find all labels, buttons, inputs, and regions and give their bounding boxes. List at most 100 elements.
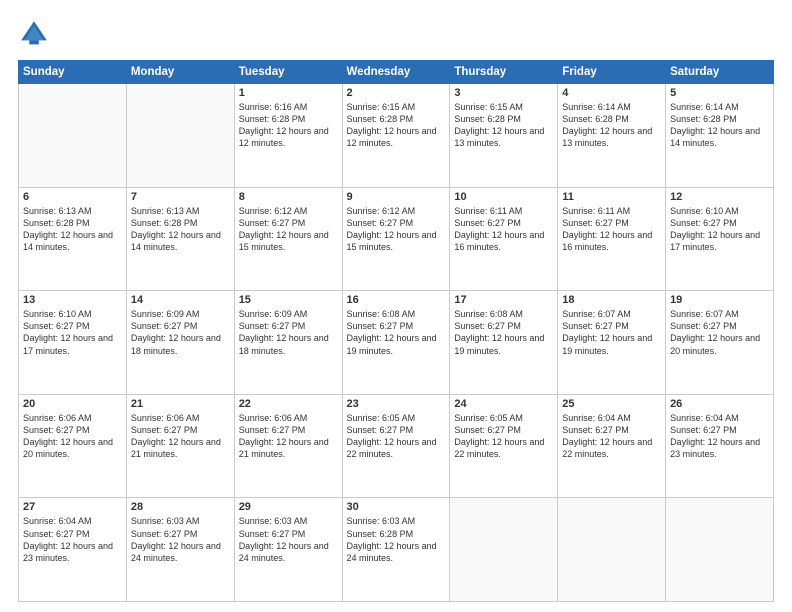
day-info: Sunrise: 6:16 AM Sunset: 6:28 PM Dayligh… xyxy=(239,101,338,150)
day-number: 30 xyxy=(347,501,446,513)
day-number: 5 xyxy=(670,87,769,99)
day-cell: 17 Sunrise: 6:08 AM Sunset: 6:27 PM Dayli… xyxy=(450,291,558,395)
day-info: Sunrise: 6:06 AM Sunset: 6:27 PM Dayligh… xyxy=(131,412,230,461)
day-info: Sunrise: 6:09 AM Sunset: 6:27 PM Dayligh… xyxy=(131,308,230,357)
day-number: 17 xyxy=(454,294,553,306)
day-cell: 13Sunrise: 6:10 AM Sunset: 6:27 PM Dayli… xyxy=(19,291,127,395)
day-cell: 2 Sunrise: 6:15 AM Sunset: 6:28 PM Daylig… xyxy=(342,84,450,188)
day-info: Sunrise: 6:12 AM Sunset: 6:27 PM Dayligh… xyxy=(239,205,338,254)
day-info: Sunrise: 6:03 AM Sunset: 6:27 PM Dayligh… xyxy=(131,515,230,564)
logo-icon xyxy=(18,18,50,50)
day-info: Sunrise: 6:04 AM Sunset: 6:27 PM Dayligh… xyxy=(23,515,122,564)
day-cell xyxy=(450,498,558,602)
day-cell: 25 Sunrise: 6:04 AM Sunset: 6:27 PM Dayli… xyxy=(558,394,666,498)
day-cell: 1Sunrise: 6:16 AM Sunset: 6:28 PM Daylig… xyxy=(234,84,342,188)
day-cell xyxy=(126,84,234,188)
week-row-4: 20 Sunrise: 6:06 AM Sunset: 6:27 PM Dayli… xyxy=(19,394,774,498)
day-cell: 14Sunrise: 6:09 AM Sunset: 6:27 PM Dayli… xyxy=(126,291,234,395)
day-cell: 5 Sunrise: 6:14 AM Sunset: 6:28 PM Daylig… xyxy=(666,84,774,188)
day-number: 28 xyxy=(131,501,230,513)
day-info: Sunrise: 6:14 AM Sunset: 6:28 PM Dayligh… xyxy=(670,101,769,150)
day-number: 18 xyxy=(562,294,661,306)
day-cell: 19 Sunrise: 6:07 AM Sunset: 6:27 PM Dayli… xyxy=(666,291,774,395)
day-cell xyxy=(19,84,127,188)
day-info: Sunrise: 6:12 AM Sunset: 6:27 PM Dayligh… xyxy=(347,205,446,254)
day-info: Sunrise: 6:09 AM Sunset: 6:27 PM Dayligh… xyxy=(239,308,338,357)
day-number: 23 xyxy=(347,398,446,410)
day-cell: 4 Sunrise: 6:14 AM Sunset: 6:28 PM Daylig… xyxy=(558,84,666,188)
weekday-header-monday: Monday xyxy=(126,61,234,84)
day-cell: 10 Sunrise: 6:11 AM Sunset: 6:27 PM Dayli… xyxy=(450,187,558,291)
week-row-3: 13Sunrise: 6:10 AM Sunset: 6:27 PM Dayli… xyxy=(19,291,774,395)
weekday-header-row: SundayMondayTuesdayWednesdayThursdayFrid… xyxy=(19,61,774,84)
day-number: 19 xyxy=(670,294,769,306)
day-cell xyxy=(666,498,774,602)
day-number: 26 xyxy=(670,398,769,410)
week-row-2: 6 Sunrise: 6:13 AM Sunset: 6:28 PM Daylig… xyxy=(19,187,774,291)
day-number: 29 xyxy=(239,501,338,513)
day-info: Sunrise: 6:04 AM Sunset: 6:27 PM Dayligh… xyxy=(562,412,661,461)
day-number: 10 xyxy=(454,191,553,203)
day-info: Sunrise: 6:07 AM Sunset: 6:27 PM Dayligh… xyxy=(562,308,661,357)
weekday-header-tuesday: Tuesday xyxy=(234,61,342,84)
day-cell: 27Sunrise: 6:04 AM Sunset: 6:27 PM Dayli… xyxy=(19,498,127,602)
day-info: Sunrise: 6:07 AM Sunset: 6:27 PM Dayligh… xyxy=(670,308,769,357)
weekday-header-wednesday: Wednesday xyxy=(342,61,450,84)
day-number: 7 xyxy=(131,191,230,203)
day-info: Sunrise: 6:05 AM Sunset: 6:27 PM Dayligh… xyxy=(347,412,446,461)
day-info: Sunrise: 6:03 AM Sunset: 6:27 PM Dayligh… xyxy=(239,515,338,564)
day-info: Sunrise: 6:10 AM Sunset: 6:27 PM Dayligh… xyxy=(23,308,122,357)
day-cell xyxy=(558,498,666,602)
day-info: Sunrise: 6:08 AM Sunset: 6:27 PM Dayligh… xyxy=(454,308,553,357)
day-cell: 22 Sunrise: 6:06 AM Sunset: 6:27 PM Dayli… xyxy=(234,394,342,498)
week-row-1: 1Sunrise: 6:16 AM Sunset: 6:28 PM Daylig… xyxy=(19,84,774,188)
weekday-header-friday: Friday xyxy=(558,61,666,84)
day-number: 11 xyxy=(562,191,661,203)
day-number: 4 xyxy=(562,87,661,99)
day-number: 9 xyxy=(347,191,446,203)
day-number: 12 xyxy=(670,191,769,203)
day-info: Sunrise: 6:15 AM Sunset: 6:28 PM Dayligh… xyxy=(347,101,446,150)
day-info: Sunrise: 6:11 AM Sunset: 6:27 PM Dayligh… xyxy=(454,205,553,254)
day-cell: 23 Sunrise: 6:05 AM Sunset: 6:27 PM Dayli… xyxy=(342,394,450,498)
day-number: 2 xyxy=(347,87,446,99)
day-cell: 21 Sunrise: 6:06 AM Sunset: 6:27 PM Dayli… xyxy=(126,394,234,498)
day-info: Sunrise: 6:06 AM Sunset: 6:27 PM Dayligh… xyxy=(239,412,338,461)
day-info: Sunrise: 6:06 AM Sunset: 6:27 PM Dayligh… xyxy=(23,412,122,461)
day-cell: 20 Sunrise: 6:06 AM Sunset: 6:27 PM Dayli… xyxy=(19,394,127,498)
day-cell: 3 Sunrise: 6:15 AM Sunset: 6:28 PM Daylig… xyxy=(450,84,558,188)
day-info: Sunrise: 6:13 AM Sunset: 6:28 PM Dayligh… xyxy=(23,205,122,254)
day-cell: 18 Sunrise: 6:07 AM Sunset: 6:27 PM Dayli… xyxy=(558,291,666,395)
page: SundayMondayTuesdayWednesdayThursdayFrid… xyxy=(0,0,792,612)
day-number: 22 xyxy=(239,398,338,410)
day-cell: 28 Sunrise: 6:03 AM Sunset: 6:27 PM Dayli… xyxy=(126,498,234,602)
day-cell: 29 Sunrise: 6:03 AM Sunset: 6:27 PM Dayli… xyxy=(234,498,342,602)
weekday-header-saturday: Saturday xyxy=(666,61,774,84)
day-info: Sunrise: 6:05 AM Sunset: 6:27 PM Dayligh… xyxy=(454,412,553,461)
day-number: 8 xyxy=(239,191,338,203)
day-info: Sunrise: 6:15 AM Sunset: 6:28 PM Dayligh… xyxy=(454,101,553,150)
day-info: Sunrise: 6:03 AM Sunset: 6:28 PM Dayligh… xyxy=(347,515,446,564)
day-cell: 8 Sunrise: 6:12 AM Sunset: 6:27 PM Daylig… xyxy=(234,187,342,291)
day-number: 21 xyxy=(131,398,230,410)
day-info: Sunrise: 6:08 AM Sunset: 6:27 PM Dayligh… xyxy=(347,308,446,357)
day-cell: 7 Sunrise: 6:13 AM Sunset: 6:28 PM Daylig… xyxy=(126,187,234,291)
day-number: 25 xyxy=(562,398,661,410)
day-info: Sunrise: 6:13 AM Sunset: 6:28 PM Dayligh… xyxy=(131,205,230,254)
day-cell: 9 Sunrise: 6:12 AM Sunset: 6:27 PM Daylig… xyxy=(342,187,450,291)
day-cell: 16Sunrise: 6:08 AM Sunset: 6:27 PM Dayli… xyxy=(342,291,450,395)
day-number: 3 xyxy=(454,87,553,99)
day-info: Sunrise: 6:04 AM Sunset: 6:27 PM Dayligh… xyxy=(670,412,769,461)
day-number: 20 xyxy=(23,398,122,410)
day-info: Sunrise: 6:11 AM Sunset: 6:27 PM Dayligh… xyxy=(562,205,661,254)
day-number: 6 xyxy=(23,191,122,203)
logo xyxy=(18,18,54,50)
day-cell: 26 Sunrise: 6:04 AM Sunset: 6:27 PM Dayli… xyxy=(666,394,774,498)
day-cell: 12Sunrise: 6:10 AM Sunset: 6:27 PM Dayli… xyxy=(666,187,774,291)
day-cell: 11 Sunrise: 6:11 AM Sunset: 6:27 PM Dayli… xyxy=(558,187,666,291)
weekday-header-thursday: Thursday xyxy=(450,61,558,84)
day-cell: 24 Sunrise: 6:05 AM Sunset: 6:27 PM Dayli… xyxy=(450,394,558,498)
day-info: Sunrise: 6:14 AM Sunset: 6:28 PM Dayligh… xyxy=(562,101,661,150)
day-number: 24 xyxy=(454,398,553,410)
header xyxy=(18,18,774,50)
